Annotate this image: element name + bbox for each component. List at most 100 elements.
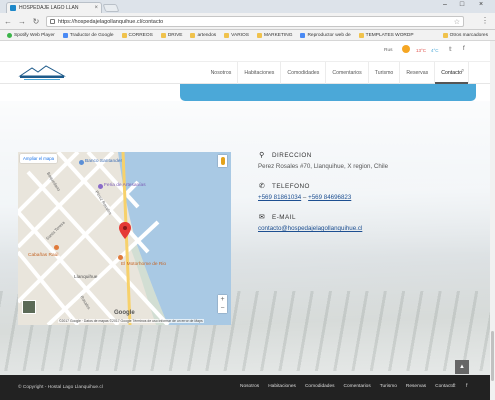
address-bar-row: ← → ↻ https://hospedajelagollanquihue.cl…: [0, 13, 495, 30]
phone-link-2[interactable]: +569 84696823: [308, 194, 351, 201]
other-bookmarks[interactable]: Otros marcadores: [440, 32, 491, 38]
bookmark-folder[interactable]: DRIVE: [158, 32, 186, 38]
phone-link-1[interactable]: +569 81861034: [258, 194, 301, 201]
contact-info: ⚲ DIRECCION Perez Rosales #70, Llanquihu…: [258, 150, 458, 234]
web-page: Rus 13°C 4°C 𝕥 f Nosotros Habitaciones C…: [0, 41, 495, 400]
zoom-in-icon[interactable]: +: [218, 295, 227, 304]
temperature-f: 4°C: [431, 48, 439, 53]
nav-item-comentarios[interactable]: Comentarios: [326, 62, 369, 84]
phone-separator: –: [302, 194, 307, 201]
google-map[interactable]: Banco Santander Feria de Artesanías Caba…: [18, 152, 231, 325]
header-accent-bar: [180, 84, 476, 101]
site-logo[interactable]: [18, 65, 66, 81]
bookmark-star-icon[interactable]: ☆: [454, 18, 460, 26]
site-navbar: Nosotros Habitaciones Comodidades Coment…: [0, 62, 495, 84]
lodging-poi-icon: [54, 245, 59, 250]
address-text: Perez Rosales #70, Llanquihue, X region,…: [258, 163, 389, 170]
map-zoom-control[interactable]: + −: [218, 295, 227, 313]
map-label-llanquihue: Llanquihue: [74, 275, 98, 280]
location-pin-icon: ⚲: [259, 152, 265, 159]
tab-title: HOSPEDAJE LAGO LLAN: [19, 5, 79, 11]
language-switch[interactable]: Rus: [384, 48, 393, 53]
enlarge-map-button[interactable]: Ampliar el mapa: [20, 154, 58, 163]
close-window-icon[interactable]: ×: [474, 1, 488, 8]
facebook-icon[interactable]: f: [463, 46, 465, 52]
browser-menu-icon[interactable]: ⋮: [481, 16, 489, 25]
street-view-pegman-icon[interactable]: [218, 155, 227, 167]
top-strip: Rus 13°C 4°C 𝕥 f: [0, 41, 495, 62]
footer-link-comodidades[interactable]: Comodidades: [305, 384, 335, 389]
map-label-motorhome: El Motorhome de Rio: [121, 262, 167, 267]
site-favicon-icon: [10, 5, 16, 11]
footer-twitter-icon[interactable]: 𝕥: [453, 383, 456, 389]
bank-poi-icon: [79, 160, 84, 165]
main-nav: Nosotros Habitaciones Comodidades Coment…: [205, 62, 469, 84]
footer-link-habitaciones[interactable]: Habitaciones: [268, 384, 296, 389]
new-tab-button[interactable]: [102, 4, 120, 12]
browser-tab[interactable]: HOSPEDAJE LAGO LLAN ×: [6, 2, 102, 13]
nav-item-nosotros[interactable]: Nosotros: [205, 62, 239, 84]
weather-sun-icon: [402, 45, 410, 53]
bookmark-folder[interactable]: CORREOS: [119, 32, 156, 38]
folder-icon: [160, 32, 166, 38]
folder-icon: [442, 32, 448, 38]
nav-item-turismo[interactable]: Turismo: [369, 62, 401, 84]
browser-tab-bar: HOSPEDAJE LAGO LLAN × – □ ×: [0, 0, 495, 13]
phone-heading: ✆ TELEFONO: [258, 182, 310, 191]
nav-item-habitaciones[interactable]: Habitaciones: [238, 62, 282, 84]
reload-icon[interactable]: ↻: [31, 16, 41, 27]
bookmark-folder[interactable]: VARIOS: [221, 32, 252, 38]
translate-icon: [62, 32, 68, 38]
bookmark-folder[interactable]: artendos: [187, 32, 219, 38]
phone-numbers: +569 81861034 – +569 84696823: [258, 194, 458, 203]
address-heading: ⚲ DIRECCION: [259, 151, 312, 160]
nav-item-comodidades[interactable]: Comodidades: [281, 62, 327, 84]
footer-link-reservas[interactable]: Reservas: [406, 384, 426, 389]
lock-icon: [50, 19, 55, 24]
bookmark-item[interactable]: Reproductor web de: [297, 32, 353, 38]
map-label-feria: Feria de Artesanías: [104, 183, 146, 188]
phone-icon: ✆: [258, 183, 266, 190]
twitter-icon[interactable]: 𝕥: [449, 46, 452, 53]
nav-search-icon[interactable]: ⌕: [461, 68, 464, 75]
folder-icon: [224, 32, 230, 38]
close-tab-icon[interactable]: ×: [94, 5, 98, 11]
footer-link-nosotros[interactable]: Nosotros: [240, 384, 259, 389]
nav-item-reservas[interactable]: Reservas: [400, 62, 436, 84]
forward-icon[interactable]: →: [17, 16, 27, 27]
bookmark-folder[interactable]: MARKETING: [254, 32, 296, 38]
back-icon[interactable]: ←: [3, 16, 13, 27]
spotify-icon: [7, 32, 12, 38]
footer-link-comentarios[interactable]: Comentarios: [344, 384, 371, 389]
url-text: https://hospedajelagollanquihue.cl/conta…: [58, 18, 164, 25]
zoom-out-icon[interactable]: −: [218, 304, 227, 313]
envelope-icon: ✉: [258, 214, 266, 221]
logo-mountain-icon: [18, 65, 66, 80]
scroll-to-top-button[interactable]: ▲: [455, 360, 469, 374]
folder-icon: [256, 32, 262, 38]
bookmark-item[interactable]: Spotify Web Player: [4, 32, 58, 38]
url-input[interactable]: https://hospedajelagollanquihue.cl/conta…: [46, 16, 464, 27]
map-label-cabanas: Cabañas Raúl: [28, 253, 59, 258]
folder-icon: [121, 32, 127, 38]
map-attribution[interactable]: ©2017 Google · Datos de mapas ©2017 Goog…: [58, 319, 204, 323]
player-icon: [300, 32, 306, 38]
footer-link-turismo[interactable]: Turismo: [380, 384, 397, 389]
email-link[interactable]: contacto@hospedajelagollanquihue.cl: [258, 225, 362, 232]
bookmark-item[interactable]: Traductor de Google: [60, 32, 117, 38]
folder-icon: [358, 32, 364, 38]
bookmark-folder[interactable]: TEMPLATES WORDP: [356, 32, 417, 38]
site-footer: © Copyright - Hostal Lago Llanquihue.cl …: [0, 375, 495, 400]
maximize-icon[interactable]: □: [455, 1, 469, 8]
map-label-banco: Banco Santander: [85, 159, 123, 164]
satellite-toggle[interactable]: [22, 300, 36, 314]
footer-link-contacto[interactable]: Contacto: [435, 384, 454, 389]
footer-facebook-icon[interactable]: f: [466, 383, 468, 389]
scrollbar-thumb[interactable]: [491, 331, 494, 381]
folder-icon: [190, 32, 196, 38]
email-row: contacto@hospedajelagollanquihue.cl: [258, 225, 458, 234]
page-scrollbar[interactable]: [490, 41, 495, 400]
minimize-icon[interactable]: –: [438, 1, 452, 8]
bookmarks-bar: Spotify Web Player Traductor de Google C…: [0, 30, 495, 41]
footer-nav: Nosotros Habitaciones Comodidades Coment…: [240, 384, 454, 389]
